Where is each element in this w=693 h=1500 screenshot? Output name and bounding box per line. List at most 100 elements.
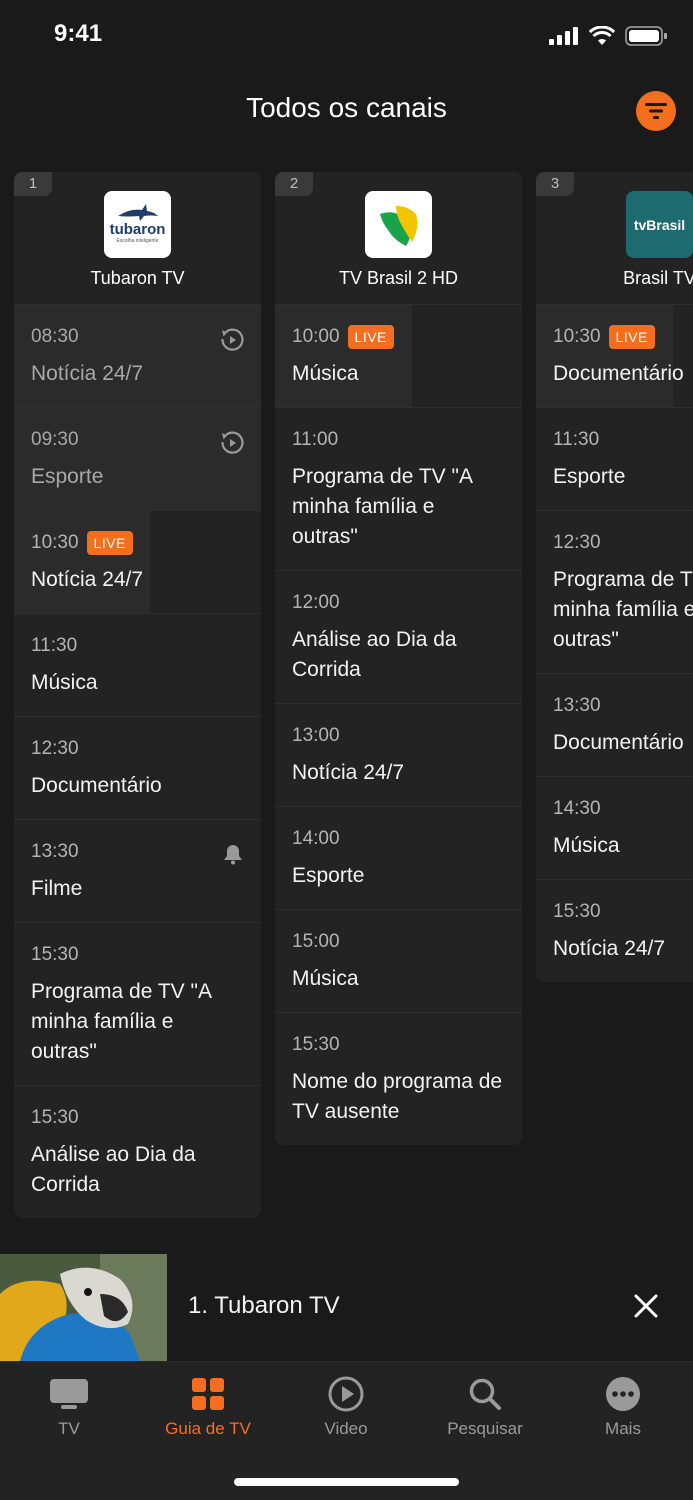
channel-logo-subtext: Escolha inteligente — [116, 238, 159, 244]
more-icon — [606, 1377, 640, 1411]
channel-header[interactable]: 3 tvBrasil Brasil TV — [536, 172, 693, 305]
channel-header[interactable]: 2 TV Brasil 2 HD — [275, 172, 522, 305]
program-slot[interactable]: 09:30 Esporte — [14, 408, 261, 511]
program-title: Esporte — [292, 864, 365, 887]
program-slot-live[interactable]: 10:30 LIVE Documentário — [536, 305, 693, 408]
program-title: Programa de TV "A minha família e outras… — [553, 568, 693, 651]
program-title: Documentário — [553, 731, 684, 754]
program-time: 10:30 — [31, 532, 79, 553]
channel-header[interactable]: 1 tubaron Escolha inteligente Tubaron TV — [14, 172, 261, 305]
program-slot[interactable]: 12:30 Documentário — [14, 717, 261, 820]
program-title: Esporte — [553, 465, 626, 488]
live-badge: LIVE — [347, 325, 394, 349]
program-title: Notícia 24/7 — [553, 937, 666, 960]
program-time: 15:00 — [292, 931, 340, 952]
program-time: 11:30 — [553, 429, 600, 450]
mini-player[interactable]: 1. Tubaron TV — [0, 1254, 693, 1362]
program-time-row: 10:30 LIVE — [31, 531, 244, 555]
program-time: 14:30 — [553, 798, 601, 819]
program-title: Análise ao Dia da Corrida — [292, 628, 457, 681]
channel-number: 1 — [14, 172, 52, 196]
program-slot[interactable]: 13:30 Documentário — [536, 674, 693, 777]
tv-guide-grid[interactable]: 1 tubaron Escolha inteligente Tubaron TV… — [14, 172, 693, 1242]
status-bar: 9:41 — [0, 0, 693, 76]
program-slot[interactable]: 12:00 Análise ao Dia da Corrida — [275, 571, 522, 704]
program-time: 12:30 — [31, 738, 79, 759]
program-slot[interactable]: 15:30 Notícia 24/7 — [536, 880, 693, 982]
program-title: Filme — [31, 877, 83, 900]
reminder-bell-icon[interactable] — [221, 842, 245, 866]
program-time-row: 10:30 LIVE — [553, 325, 693, 349]
mini-player-title: 1. Tubaron TV — [188, 1292, 340, 1319]
program-time: 13:30 — [31, 841, 79, 862]
tab-label: Video — [324, 1419, 368, 1438]
program-slot[interactable]: 15:30 Análise ao Dia da Corrida — [14, 1086, 261, 1218]
program-title: Análise ao Dia da Corrida — [31, 1143, 196, 1196]
program-slot[interactable]: 15:30 Programa de TV "A minha família e … — [14, 923, 261, 1086]
tab-search[interactable]: Pesquisar — [425, 1376, 545, 1439]
status-icons — [549, 26, 667, 46]
program-title: Documentário — [31, 774, 162, 797]
replay-icon[interactable] — [219, 327, 245, 353]
tab-more[interactable]: Mais — [563, 1376, 683, 1439]
program-time: 11:30 — [31, 635, 78, 656]
program-title: Música — [292, 967, 359, 990]
program-title: Programa de TV "A minha família e outras… — [292, 465, 472, 548]
program-slot[interactable]: 11:30 Esporte — [536, 408, 693, 511]
program-time: 15:30 — [292, 1034, 340, 1055]
shark-logo-icon — [117, 204, 158, 221]
channel-number: 3 — [536, 172, 574, 196]
tab-guide[interactable]: Guia de TV — [148, 1376, 268, 1439]
program-time: 12:00 — [292, 592, 340, 613]
tab-label: Pesquisar — [447, 1419, 523, 1438]
program-time: 10:00 — [292, 326, 340, 347]
program-slot[interactable]: 14:00 Esporte — [275, 807, 522, 910]
program-time: 15:30 — [31, 1107, 79, 1128]
program-slot[interactable]: 13:30 Filme — [14, 820, 261, 923]
filter-button[interactable] — [636, 91, 676, 131]
program-slot[interactable]: 15:00 Música — [275, 910, 522, 1013]
program-time: 11:00 — [292, 429, 339, 450]
program-title: Esporte — [31, 465, 104, 488]
program-title: Documentário — [553, 362, 684, 385]
tab-tv[interactable]: TV — [9, 1376, 129, 1439]
program-time: 15:30 — [31, 944, 79, 965]
tab-video[interactable]: Video — [286, 1376, 406, 1439]
channel-name: Brasil TV — [623, 268, 693, 288]
page-title: Todos os canais — [246, 92, 447, 123]
tv-icon — [50, 1379, 88, 1409]
program-slot[interactable]: 14:30 Música — [536, 777, 693, 880]
program-title: Música — [31, 671, 98, 694]
program-title: Música — [292, 362, 359, 385]
tab-label: Mais — [605, 1419, 641, 1438]
program-title: Notícia 24/7 — [31, 568, 144, 591]
program-slot[interactable]: 15:30 Nome do programa de TV ausente — [275, 1013, 522, 1145]
program-slot[interactable]: 08:30 Notícia 24/7 — [14, 305, 261, 408]
search-icon — [469, 1378, 501, 1410]
channel-logo: tubaron Escolha inteligente — [104, 191, 171, 258]
program-time-row: 10:00 LIVE — [292, 325, 505, 349]
channel-column: 3 tvBrasil Brasil TV 10:30 LIVE Document… — [536, 172, 693, 982]
battery-icon — [625, 26, 667, 46]
program-time: 13:30 — [553, 695, 601, 716]
tv-brasil-leaf-logo-icon — [379, 205, 417, 246]
program-slot[interactable]: 12:30 Programa de TV "A minha família e … — [536, 511, 693, 674]
mini-player-thumbnail[interactable] — [0, 1254, 167, 1361]
status-time: 9:41 — [54, 20, 103, 47]
program-slot-live[interactable]: 10:00 LIVE Música — [275, 305, 522, 408]
program-time: 10:30 — [553, 326, 601, 347]
program-title: Programa de TV "A minha família e outras… — [31, 980, 211, 1063]
replay-icon[interactable] — [219, 430, 245, 456]
play-circle-icon — [328, 1376, 364, 1412]
channel-column: 2 TV Brasil 2 HD 10:00 LIVE Música 11:00… — [275, 172, 522, 1145]
close-icon[interactable] — [630, 1290, 662, 1322]
channel-logo-text: tvBrasil — [633, 216, 686, 233]
program-slot[interactable]: 11:30 Música — [14, 614, 261, 717]
channel-name: Tubaron TV — [90, 268, 185, 288]
program-slot-live[interactable]: 10:30 LIVE Notícia 24/7 — [14, 511, 261, 614]
program-slot[interactable]: 11:00 Programa de TV "A minha família e … — [275, 408, 522, 571]
program-title: Música — [553, 834, 620, 857]
program-slot[interactable]: 13:00 Notícia 24/7 — [275, 704, 522, 807]
channel-logo: tvBrasil — [626, 191, 693, 258]
program-title: Notícia 24/7 — [31, 362, 144, 385]
